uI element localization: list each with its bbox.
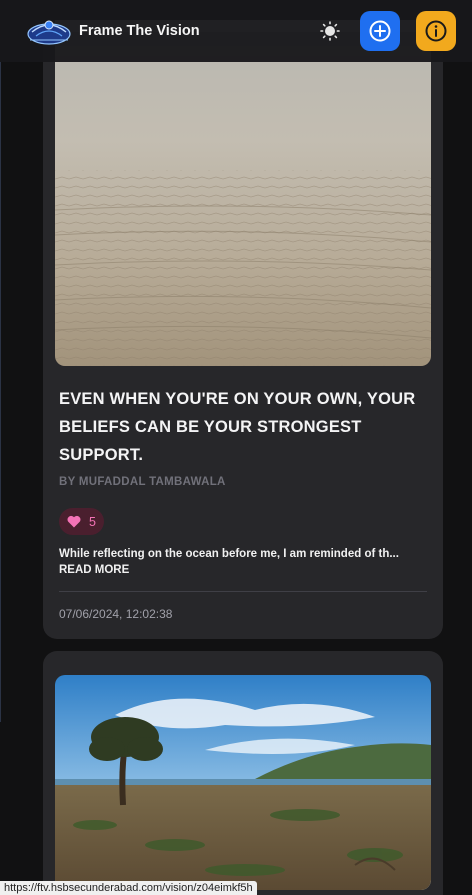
vision-photo[interactable] xyxy=(55,20,431,366)
brand-name[interactable]: Frame The Vision xyxy=(79,23,318,39)
theme-toggle-button[interactable] xyxy=(318,19,342,43)
info-icon xyxy=(425,20,447,42)
vision-title[interactable]: EVEN WHEN YOU'RE ON YOUR OWN, YOUR BELIE… xyxy=(59,385,429,469)
author-name[interactable]: MUFADDAL TAMBAWALA xyxy=(79,476,226,488)
vision-card xyxy=(43,651,443,895)
info-button[interactable] xyxy=(416,11,456,51)
sun-icon xyxy=(320,21,340,41)
like-count: 5 xyxy=(89,514,96,529)
page-edge-line xyxy=(0,62,1,722)
top-navbar: Frame The Vision xyxy=(0,0,472,62)
author-line: BY MUFADDAL TAMBAWALA xyxy=(59,476,226,488)
vision-excerpt: While reflecting on the ocean before me,… xyxy=(59,548,399,560)
browser-status-url: https://ftv.hsbsecunderabad.com/vision/z… xyxy=(0,881,257,895)
read-more-link[interactable]: READ MORE xyxy=(59,564,129,576)
card-divider xyxy=(59,591,427,592)
vision-photo[interactable] xyxy=(55,675,431,890)
heart-icon xyxy=(67,515,81,528)
add-vision-button[interactable] xyxy=(360,11,400,51)
vision-card: EVEN WHEN YOU'RE ON YOUR OWN, YOUR BELIE… xyxy=(43,20,443,639)
like-button[interactable]: 5 xyxy=(59,508,104,535)
plus-circle-icon xyxy=(369,20,391,42)
by-prefix: BY xyxy=(59,476,76,488)
post-date: 07/06/2024, 12:02:38 xyxy=(59,607,173,621)
logo-icon[interactable] xyxy=(26,14,72,48)
